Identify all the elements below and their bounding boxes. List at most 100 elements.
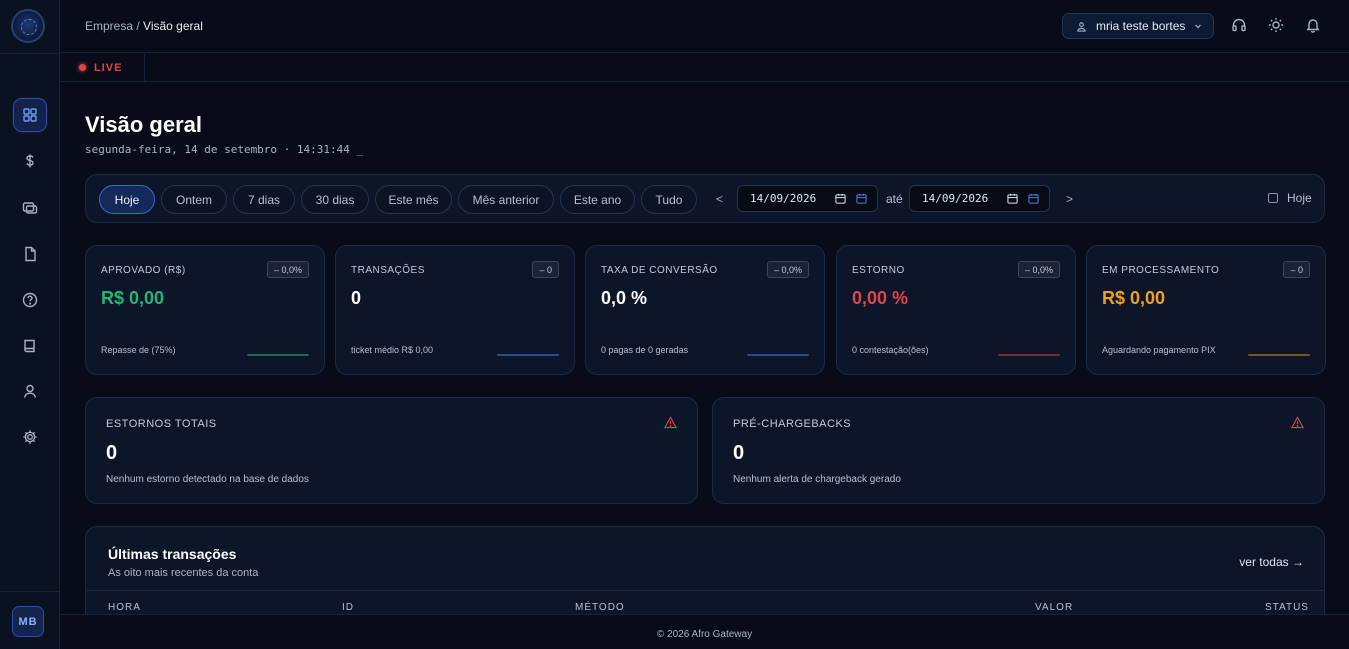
column-header-time[interactable]: HORA — [108, 602, 141, 613]
card-total-refunds: ESTORNOS TOTAIS 0 Nenhum estorno detecta… — [85, 397, 698, 504]
date-from-input[interactable]: 14/09/2026 — [737, 185, 878, 212]
kpi-change-badge: – 0 — [532, 261, 559, 278]
kpi-value: R$ 0,00 — [101, 288, 165, 308]
today-toggle[interactable]: Hoje — [1268, 191, 1312, 205]
sidebar-item-documents[interactable] — [13, 237, 47, 271]
breadcrumb-current: Visão geral — [143, 19, 203, 33]
avatar[interactable]: MB — [12, 606, 44, 637]
card-label: ESTORNOS TOTAIS — [106, 418, 217, 430]
sun-icon[interactable] — [1268, 17, 1284, 33]
headset-icon[interactable] — [1231, 17, 1247, 33]
date-from-value: 14/09/2026 — [750, 192, 817, 205]
dollar-icon — [26, 154, 34, 168]
sidebar-item-dashboard[interactable] — [13, 98, 47, 132]
logo[interactable] — [11, 9, 45, 43]
view-all-link[interactable]: ver todas → — [1239, 555, 1304, 569]
kpi-footnote: Aguardando pagamento PIX — [1102, 345, 1216, 355]
sidebar-item-users[interactable] — [13, 374, 47, 408]
filter-chip-all[interactable]: Tudo — [641, 185, 697, 214]
dashboard-grid-icon — [23, 108, 37, 122]
kpi-footnote: 0 pagas de 0 geradas — [601, 345, 689, 355]
today-checkbox[interactable] — [1268, 193, 1278, 203]
filter-chip-today[interactable]: Hoje — [99, 185, 155, 214]
kpi-card-processing: EM PROCESSAMENTO – 0 R$ 0,00 Aguardando … — [1086, 245, 1326, 375]
kpi-footnote: ticket médio R$ 0,00 — [351, 345, 434, 355]
sidebar-item-docs[interactable] — [13, 329, 47, 363]
user-menu-button[interactable]: mria teste bortes — [1062, 13, 1214, 39]
kpi-sparkline — [497, 354, 559, 356]
kpi-change-badge: – 0,0% — [766, 261, 809, 278]
kpi-value: 0,0 % — [601, 288, 648, 308]
calendar-picker-icon[interactable] — [1028, 193, 1039, 204]
today-toggle-label: Hoje — [1287, 191, 1312, 205]
live-indicator: LIVE — [60, 54, 145, 81]
column-header-amount[interactable]: VALOR — [1035, 602, 1073, 613]
live-strip: LIVE — [60, 54, 1349, 82]
page-subtitle: segunda-feira, 14 de setembro · 14:31:44… — [85, 143, 364, 156]
calendar-icon — [1007, 193, 1018, 204]
card-description: Nenhum alerta de chargeback gerado — [733, 474, 901, 485]
gear-icon — [23, 430, 37, 444]
sidebar-item-cards[interactable] — [13, 191, 47, 225]
date-to-input[interactable]: 14/09/2026 — [909, 185, 1050, 212]
card-value: 0 — [733, 442, 745, 464]
kpi-sparkline — [998, 354, 1060, 356]
kpi-label: APROVADO (R$) — [101, 265, 186, 276]
column-header-id[interactable]: ID — [342, 602, 354, 613]
kpi-footnote: Repasse de (75%) — [101, 345, 176, 355]
sidebar-bottom-divider — [0, 591, 60, 592]
breadcrumb-parent[interactable]: Empresa — [85, 19, 133, 33]
sidebar-item-finance[interactable] — [13, 144, 47, 178]
section-title: Últimas transações — [108, 546, 237, 562]
user-name: mria teste bortes — [1096, 19, 1186, 33]
card-pre-chargebacks: PRÉ-CHARGEBACKS 0 Nenhum alerta de charg… — [712, 397, 1325, 504]
document-icon — [25, 246, 36, 262]
card-label: PRÉ-CHARGEBACKS — [733, 418, 852, 430]
column-header-status[interactable]: STATUS — [1265, 602, 1309, 613]
kpi-value: R$ 0,00 — [1102, 288, 1166, 308]
prev-period-arrow[interactable]: < — [716, 192, 723, 206]
breadcrumb-separator: / — [133, 19, 144, 33]
sidebar-divider — [0, 53, 60, 54]
kpi-value: 0 — [351, 288, 362, 308]
calendar-picker-icon[interactable] — [856, 193, 867, 204]
kpi-value: 0,00 % — [852, 288, 909, 308]
copyright-text: © 2026 Afro Gateway — [656, 629, 753, 640]
kpi-change-badge: – 0,0% — [266, 261, 309, 278]
date-to-value: 14/09/2026 — [922, 192, 989, 205]
kpi-sparkline — [747, 354, 809, 356]
kpi-card-approved: APROVADO (R$) – 0,0% R$ 0,00 Repasse de … — [85, 245, 325, 375]
filter-chip-30-days[interactable]: 30 dias — [301, 185, 369, 214]
filter-chip-this-month[interactable]: Este mês — [375, 185, 452, 214]
bell-icon[interactable] — [1305, 17, 1321, 33]
date-range-separator: até — [886, 192, 903, 206]
kpi-change-badge: – 0,0% — [1017, 261, 1060, 278]
user-icon — [1077, 21, 1086, 32]
warning-triangle-icon — [664, 416, 677, 429]
calendar-icon — [835, 193, 846, 204]
chevron-down-icon — [1195, 24, 1201, 29]
filter-chip-7-days[interactable]: 7 dias — [233, 185, 295, 214]
kpi-label: EM PROCESSAMENTO — [1102, 265, 1220, 276]
column-header-method[interactable]: MÉTODO — [575, 602, 625, 613]
kpi-label: TRANSAÇÕES — [351, 265, 425, 276]
cards-icon — [22, 202, 38, 214]
card-value: 0 — [106, 442, 118, 464]
filter-chip-yesterday[interactable]: Ontem — [161, 185, 227, 214]
user-icon — [23, 384, 37, 398]
sidebar-item-help[interactable] — [13, 283, 47, 317]
next-period-arrow[interactable]: > — [1066, 192, 1073, 206]
filter-chip-this-year[interactable]: Este ano — [560, 185, 635, 214]
breadcrumb: Empresa / Visão geral — [85, 19, 203, 33]
card-description: Nenhum estorno detectado na base de dado… — [106, 474, 309, 485]
filter-chip-last-month[interactable]: Mês anterior — [458, 185, 554, 214]
kpi-footnote: 0 contestação(ões) — [852, 345, 929, 355]
kpi-sparkline — [247, 354, 309, 356]
section-subtitle: As oito mais recentes da conta — [108, 567, 259, 579]
live-label: LIVE — [94, 61, 123, 74]
sidebar-item-settings[interactable] — [13, 420, 47, 454]
kpi-label: TAXA DE CONVERSÃO — [601, 265, 718, 276]
help-circle-icon — [22, 292, 38, 308]
live-dot-icon — [79, 64, 86, 71]
warning-triangle-icon — [1291, 416, 1304, 429]
